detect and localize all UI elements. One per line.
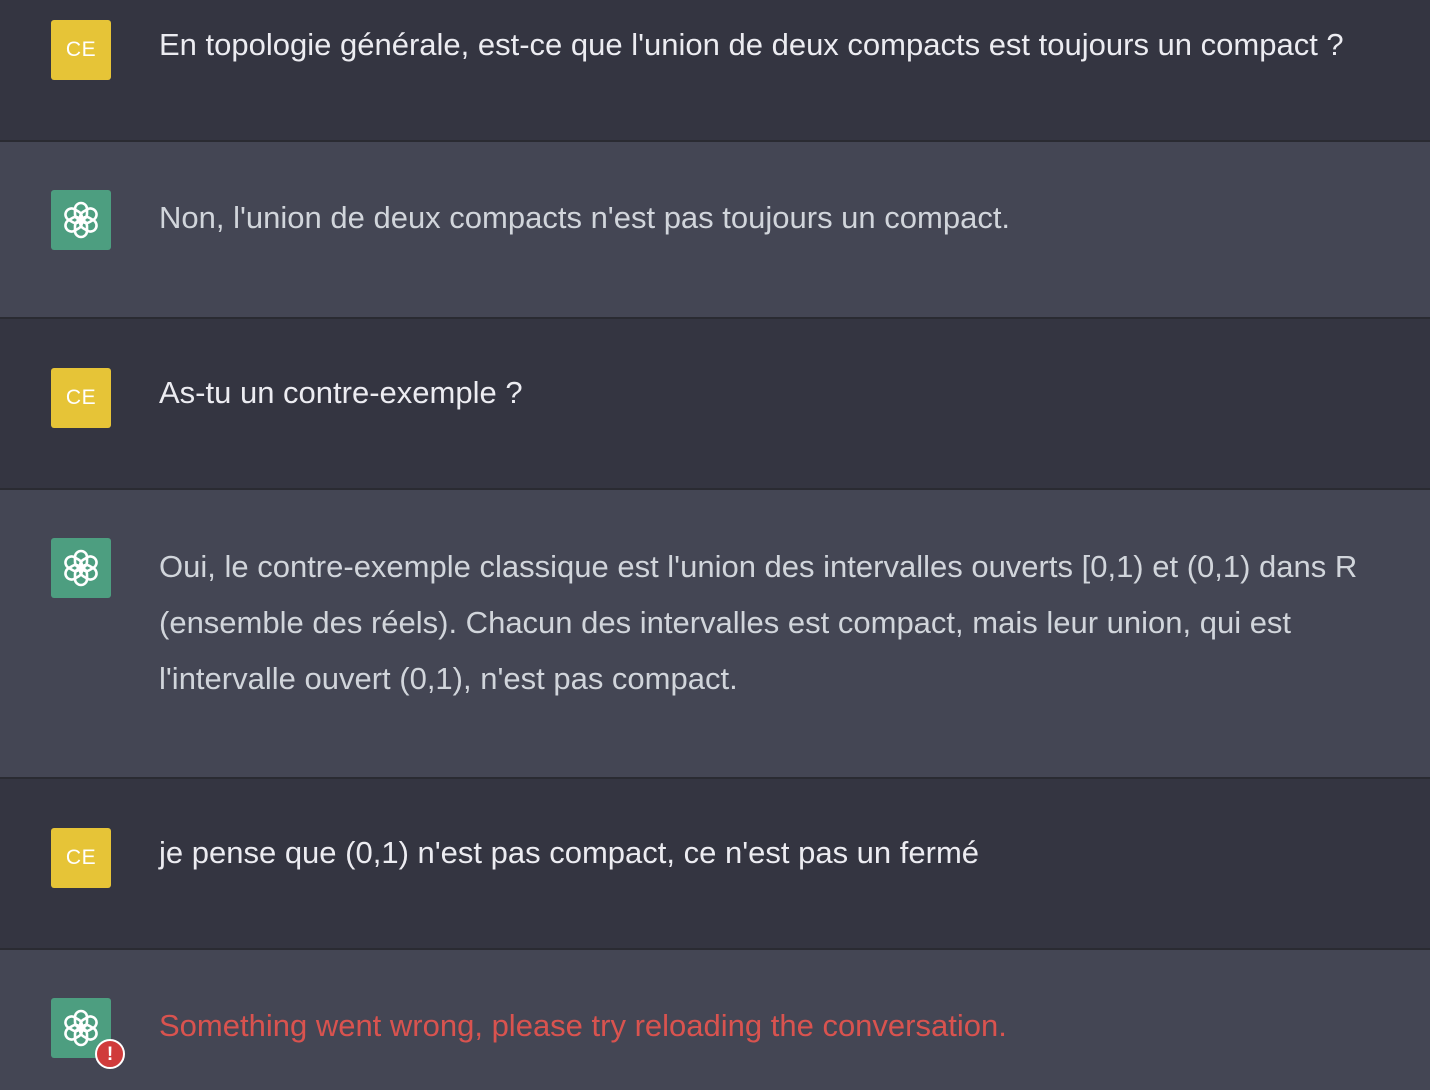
user-message: CE je pense que (0,1) n'est pas compact,… [0,779,1430,950]
user-message: CE As-tu un contre-exemple ? [0,319,1430,490]
user-avatar: CE [51,368,111,428]
message-text: En topologie générale, est-ce que l'unio… [159,27,1344,62]
conversation-thread: CE En topologie générale, est-ce que l'u… [0,0,1430,1090]
user-avatar: CE [51,828,111,888]
message-text: As-tu un contre-exemple ? [159,375,523,410]
openai-logo-icon [59,546,103,590]
assistant-message: Non, l'union de deux compacts n'est pas … [0,142,1430,319]
error-message-text: Something went wrong, please try reloadi… [159,1008,1007,1043]
error-badge-icon: ! [95,1039,125,1069]
message-text: Non, l'union de deux compacts n'est pas … [159,200,1011,235]
message-text: Oui, le contre-exemple classique est l'u… [159,549,1358,696]
assistant-message: Oui, le contre-exemple classique est l'u… [0,490,1430,779]
openai-logo-icon [59,198,103,242]
user-avatar-initials: CE [65,38,97,61]
user-avatar: CE [51,20,111,80]
assistant-avatar [51,538,111,598]
user-avatar-initials: CE [65,846,97,869]
openai-logo-icon [59,1006,103,1050]
user-message: CE En topologie générale, est-ce que l'u… [0,0,1430,142]
user-avatar-initials: CE [65,386,97,409]
error-badge-mark: ! [106,1043,114,1065]
assistant-message: ! Something went wrong, please try reloa… [0,950,1430,1090]
message-text: je pense que (0,1) n'est pas compact, ce… [159,835,980,870]
assistant-avatar [51,190,111,250]
